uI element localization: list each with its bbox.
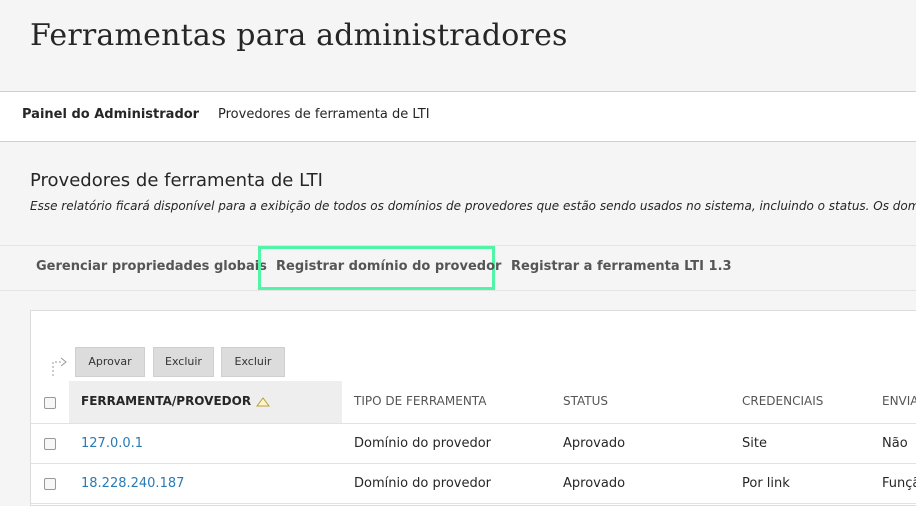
select-all-checkbox[interactable] [44,397,56,409]
credentials-cell: Por link [742,476,790,491]
register-lti13-tool-link[interactable]: Registrar a ferramenta LTI 1.3 [511,259,732,274]
column-header-status[interactable]: STATUS [563,394,608,408]
tool-type-cell: Domínio do provedor [354,476,492,491]
column-header-label: FERRAMENTA/PROVEDOR [81,394,252,408]
breadcrumb: Painel do Administrador Provedores de fe… [0,92,916,142]
page-title: Ferramentas para administradores [30,18,568,53]
breadcrumb-lti-providers: Provedores de ferramenta de LTI [218,107,430,122]
delete-button-2[interactable]: Excluir [221,347,285,377]
credentials-cell: Site [742,436,767,451]
row-checkbox[interactable] [44,438,56,450]
section-description: Esse relatório ficará disponível para a … [30,199,916,213]
row-divider [31,423,916,424]
column-header-tool-type[interactable]: TIPO DE FERRAMENTA [354,394,486,408]
provider-link[interactable]: 18.228.240.187 [81,476,184,491]
action-bar: Gerenciar propriedades globais Registrar… [0,245,916,291]
row-divider [31,463,916,464]
register-provider-domain-link[interactable]: Registrar domínio do provedor [276,259,501,274]
triangle-up-icon [256,396,271,406]
sends-cell: Não [882,436,908,451]
page-header: Ferramentas para administradores [0,0,916,92]
sends-cell: Funçã [882,476,916,491]
row-divider [31,503,916,504]
column-header-tool-provider[interactable]: FERRAMENTA/PROVEDOR [81,394,271,408]
delete-button[interactable]: Excluir [153,347,214,377]
tool-type-cell: Domínio do provedor [354,436,492,451]
corner-arrow-icon [52,357,67,376]
manage-global-properties-link[interactable]: Gerenciar propriedades globais [36,259,267,274]
status-cell: Aprovado [563,476,626,491]
column-header-sends[interactable]: ENVIA [882,394,916,408]
provider-link[interactable]: 127.0.0.1 [81,436,143,451]
approve-button[interactable]: Aprovar [75,347,145,377]
breadcrumb-admin-panel[interactable]: Painel do Administrador [22,107,199,122]
status-cell: Aprovado [563,436,626,451]
column-header-credentials[interactable]: CREDENCIAIS [742,394,823,408]
section-title: Provedores de ferramenta de LTI [30,170,323,191]
row-checkbox[interactable] [44,478,56,490]
